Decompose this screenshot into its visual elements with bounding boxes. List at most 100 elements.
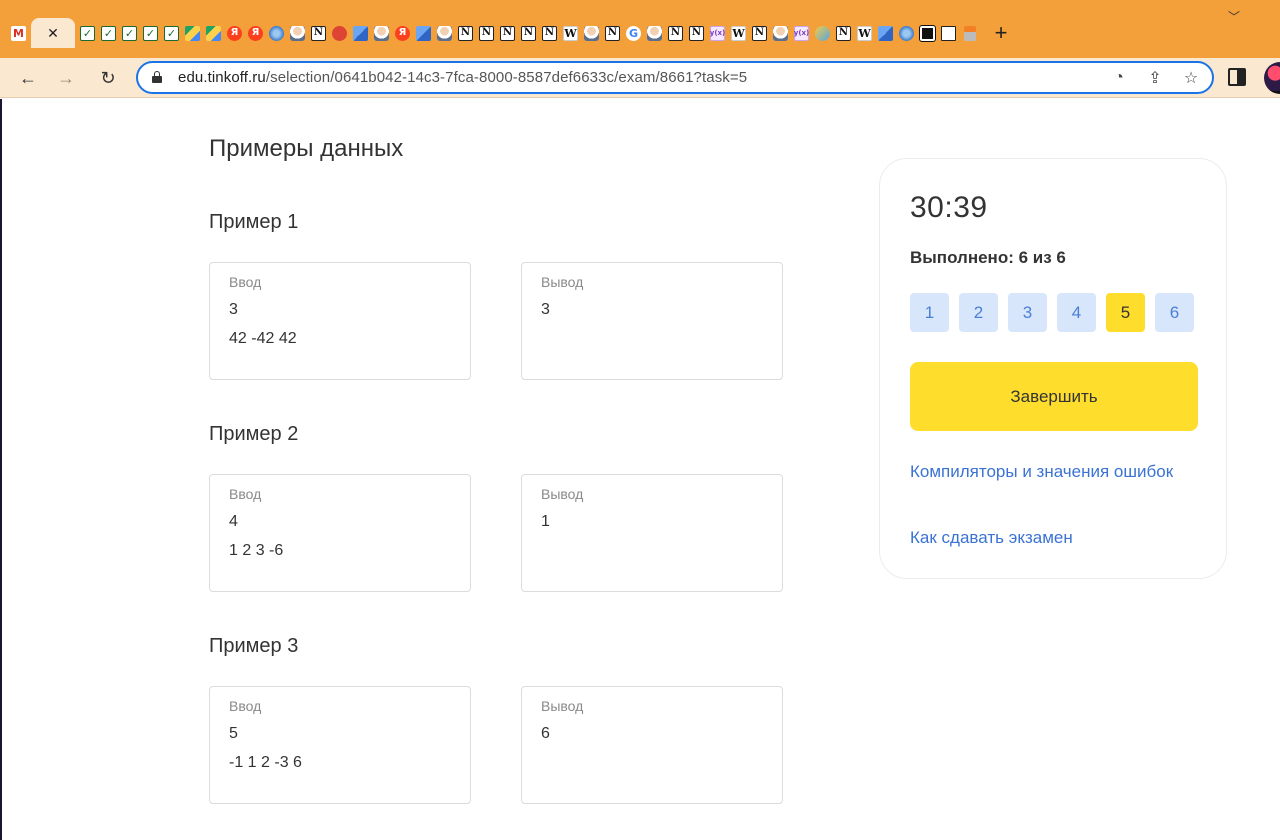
performance-gauge-icon[interactable]: ◔ (1108, 67, 1130, 89)
output-label: Вывод (541, 274, 584, 290)
tab-bar: M ✕ ✓ ✓ ✓ ✓ ✓ Я Я N Я N N N N N W N G N … (0, 0, 1280, 58)
input-line: 42 -42 42 (229, 330, 297, 347)
output-line: 1 (541, 513, 550, 530)
forward-arrow-icon[interactable]: → (52, 64, 80, 92)
tab-notion[interactable]: N (455, 23, 476, 44)
math-icon: y(x) (710, 25, 725, 41)
gmail-icon: M (11, 25, 26, 41)
tab-check[interactable]: ✓ (161, 23, 182, 44)
url-text[interactable]: edu.tinkoff.ru/selection/0641b042-14c3-7… (178, 69, 747, 86)
exam-status-panel: 30:39 Выполнено: 6 из 6 1 2 3 4 5 6 Заве… (879, 158, 1227, 579)
tab-globe[interactable] (266, 23, 287, 44)
url-path: /selection/0641b042-14c3-7fca-8000-8587d… (265, 69, 748, 86)
tab-avatar[interactable] (644, 23, 665, 44)
example-output-box: Вывод 1 (521, 474, 783, 592)
exam-timer: 30:39 (910, 191, 988, 224)
tab-drive[interactable] (203, 23, 224, 44)
tab-notion[interactable]: N (539, 23, 560, 44)
tab-math[interactable]: y(x) (791, 23, 812, 44)
tab-globe[interactable] (896, 23, 917, 44)
tab-check[interactable]: ✓ (140, 23, 161, 44)
tab-avatar[interactable] (770, 23, 791, 44)
tab-check[interactable]: ✓ (119, 23, 140, 44)
tab-image[interactable] (875, 23, 896, 44)
example-title: Пример 1 (209, 211, 299, 233)
profile-avatar[interactable] (1264, 62, 1280, 94)
tab-avatar[interactable] (371, 23, 392, 44)
tab-notion[interactable]: N (602, 23, 623, 44)
check-icon: ✓ (143, 25, 158, 41)
example-output-box: Вывод 6 (521, 686, 783, 804)
check-icon: ✓ (164, 25, 179, 41)
task-button-1[interactable]: 1 (910, 293, 949, 332)
tab-drive[interactable] (182, 23, 203, 44)
tab-wikipedia[interactable]: W (728, 23, 749, 44)
tab-stack[interactable] (959, 23, 980, 44)
drive-icon (185, 25, 200, 41)
address-bar[interactable]: edu.tinkoff.ru/selection/0641b042-14c3-7… (136, 61, 1214, 94)
tab-yandex[interactable]: Я (392, 23, 413, 44)
how-to-take-exam-link[interactable]: Как сдавать экзамен (910, 525, 1200, 551)
active-tab[interactable]: ✕ (31, 18, 75, 48)
tab-wikipedia[interactable]: W (560, 23, 581, 44)
tab-notion[interactable]: N (686, 23, 707, 44)
avatar-icon (773, 25, 788, 41)
reload-icon[interactable]: ↻ (94, 64, 122, 92)
new-tab-button[interactable]: + (986, 19, 1016, 47)
wikipedia-icon: W (563, 25, 578, 41)
back-arrow-icon[interactable]: ← (14, 64, 42, 92)
tab-notion[interactable]: N (749, 23, 770, 44)
tab-red-app[interactable] (329, 23, 350, 44)
finish-exam-button[interactable]: Завершить (910, 362, 1198, 431)
notion-icon: N (752, 25, 767, 41)
tab-strip: M ✕ ✓ ✓ ✓ ✓ ✓ Я Я N Я N N N N N W N G N … (8, 18, 1016, 48)
tab-gmail[interactable]: M (8, 23, 29, 44)
lock-icon[interactable] (152, 71, 162, 83)
tab-notion[interactable]: N (833, 23, 854, 44)
red-app-icon (332, 25, 347, 41)
globe-icon (899, 25, 914, 41)
tab-image[interactable] (413, 23, 434, 44)
input-label: Ввод (229, 698, 262, 714)
task-button-4[interactable]: 4 (1057, 293, 1096, 332)
tab-yandex[interactable]: Я (245, 23, 266, 44)
check-icon: ✓ (80, 25, 95, 41)
tab-math[interactable]: y(x) (707, 23, 728, 44)
tab-image[interactable] (350, 23, 371, 44)
close-icon[interactable]: ✕ (47, 25, 59, 42)
tab-notion[interactable]: N (476, 23, 497, 44)
tab-puzzle[interactable] (812, 23, 833, 44)
tab-yandex[interactable]: Я (224, 23, 245, 44)
input-label: Ввод (229, 274, 262, 290)
tab-check[interactable]: ✓ (98, 23, 119, 44)
side-panel-icon[interactable] (1228, 68, 1246, 86)
input-line: -1 1 2 -3 6 (229, 754, 302, 771)
tab-notion[interactable]: N (665, 23, 686, 44)
tab-wikipedia[interactable]: W (854, 23, 875, 44)
avatar-icon (437, 25, 452, 41)
task-button-6[interactable]: 6 (1155, 293, 1194, 332)
notion-icon: N (500, 25, 515, 41)
compilers-errors-link[interactable]: Компиляторы и значения ошибок (910, 459, 1200, 485)
check-icon: ✓ (101, 25, 116, 41)
bookmark-star-icon[interactable]: ☆ (1180, 67, 1202, 89)
image-icon (878, 25, 893, 41)
tab-square[interactable] (938, 23, 959, 44)
check-icon: ✓ (122, 25, 137, 41)
example-title: Пример 2 (209, 423, 299, 445)
tab-check[interactable]: ✓ (77, 23, 98, 44)
tab-search-chevron-icon[interactable]: ﹀ (1228, 8, 1240, 25)
tab-notion[interactable]: N (497, 23, 518, 44)
task-button-3[interactable]: 3 (1008, 293, 1047, 332)
tab-notion[interactable]: N (308, 23, 329, 44)
tab-notion[interactable]: N (518, 23, 539, 44)
task-button-5-current[interactable]: 5 (1106, 293, 1145, 332)
tab-avatar[interactable] (434, 23, 455, 44)
tab-avatar[interactable] (581, 23, 602, 44)
tab-google[interactable]: G (623, 23, 644, 44)
tab-black-square[interactable] (917, 23, 938, 44)
output-label: Вывод (541, 698, 584, 714)
task-button-2[interactable]: 2 (959, 293, 998, 332)
tab-avatar[interactable] (287, 23, 308, 44)
share-icon[interactable]: ⇪ (1144, 67, 1166, 89)
